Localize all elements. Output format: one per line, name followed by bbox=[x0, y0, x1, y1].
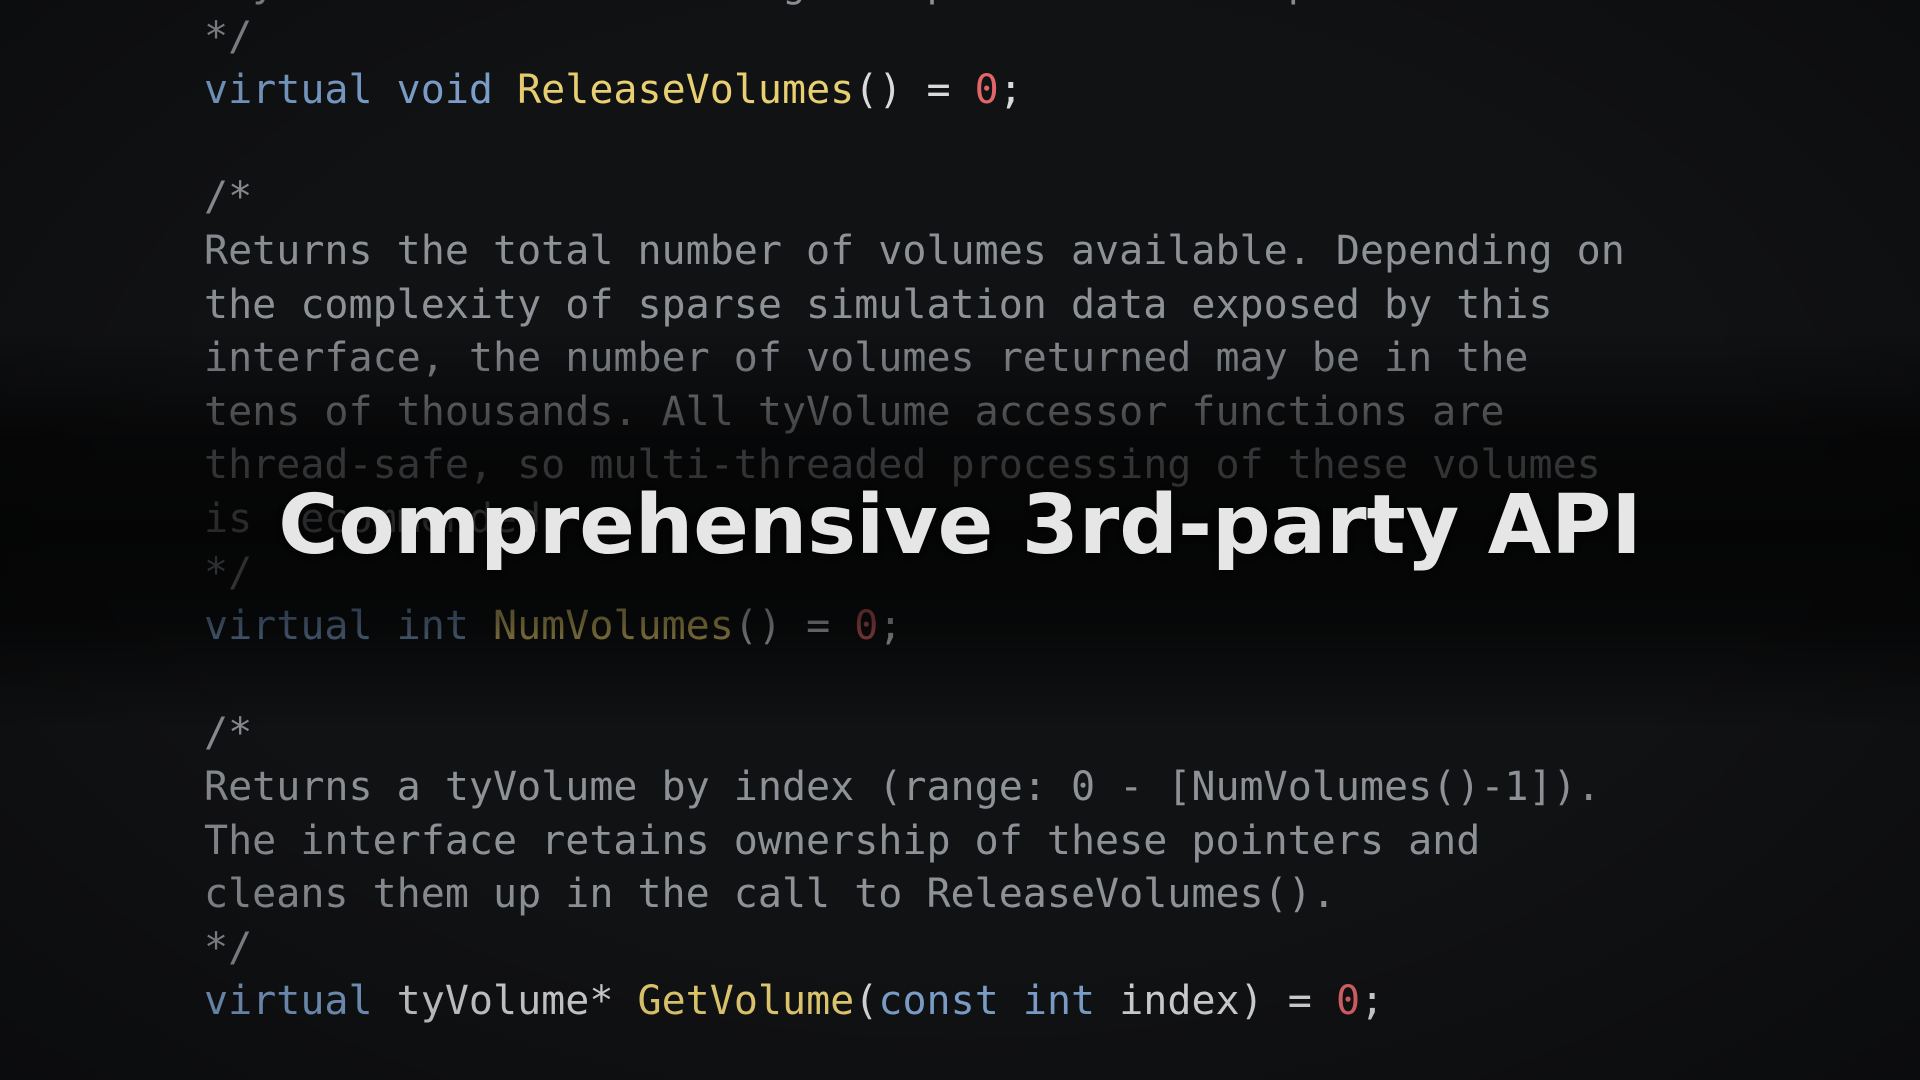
function-name-release-volumes: ReleaseVolumes bbox=[517, 67, 855, 114]
code-declaration-get-volume: virtual tyVolume* GetVolume(const int in… bbox=[204, 975, 1884, 1029]
code-number: 0 bbox=[1335, 978, 1361, 1025]
code-semicolon: ; bbox=[1360, 978, 1385, 1025]
code-comment-line: cleans them up in the call to ReleaseVol… bbox=[204, 871, 1336, 918]
code-number: 0 bbox=[974, 67, 999, 114]
code-comment-close: */ bbox=[204, 924, 253, 971]
function-name-get-volume: GetVolume bbox=[637, 978, 855, 1025]
code-comment-line: tens of thousands. All tyVolume accessor… bbox=[204, 388, 1505, 435]
code-declaration-num-volumes: virtual int NumVolumes() = 0; bbox=[204, 600, 1884, 654]
code-operator: () = bbox=[854, 67, 975, 114]
keyword-virtual: virtual bbox=[204, 67, 373, 114]
type-name: tyVolume* bbox=[396, 978, 614, 1025]
code-operator: ) = bbox=[1239, 978, 1336, 1025]
code-comment-line: the complexity of sparse simulation data… bbox=[204, 281, 1553, 328]
keyword-int: int bbox=[1022, 978, 1096, 1025]
keyword-int: int bbox=[396, 603, 469, 650]
code-semicolon: ; bbox=[998, 67, 1023, 114]
code-paren-open: ( bbox=[854, 978, 879, 1025]
keyword-void: void bbox=[396, 67, 493, 114]
code-comment-line: may have been made during the prior call… bbox=[204, 0, 1884, 11]
function-name-num-volumes: NumVolumes bbox=[493, 603, 734, 650]
slide-title: Comprehensive 3rd-party API bbox=[278, 478, 1642, 573]
keyword-const: const bbox=[878, 978, 999, 1025]
code-semicolon: ; bbox=[878, 603, 903, 650]
video-frame: may have been made during the prior call… bbox=[0, 0, 1920, 1080]
code-number: 0 bbox=[854, 603, 879, 650]
code-comment-open: /* bbox=[204, 710, 253, 757]
code-comment-line: Returns the total number of volumes avai… bbox=[204, 227, 1625, 274]
code-comment-open: /* bbox=[204, 174, 253, 221]
code-comment-line: interface, the number of volumes returne… bbox=[204, 335, 1529, 382]
param-name: index bbox=[1119, 978, 1240, 1025]
code-operator: () = bbox=[733, 603, 855, 650]
code-comment-line: The interface retains ownership of these… bbox=[204, 817, 1481, 864]
code-comment-close: */ bbox=[204, 13, 253, 60]
keyword-virtual: virtual bbox=[204, 603, 373, 650]
code-comment-line: Returns a tyVolume by index (range: 0 - … bbox=[204, 763, 1601, 810]
code-declaration-release-volumes: virtual void ReleaseVolumes() = 0; bbox=[204, 64, 1884, 118]
keyword-virtual: virtual bbox=[204, 978, 373, 1025]
